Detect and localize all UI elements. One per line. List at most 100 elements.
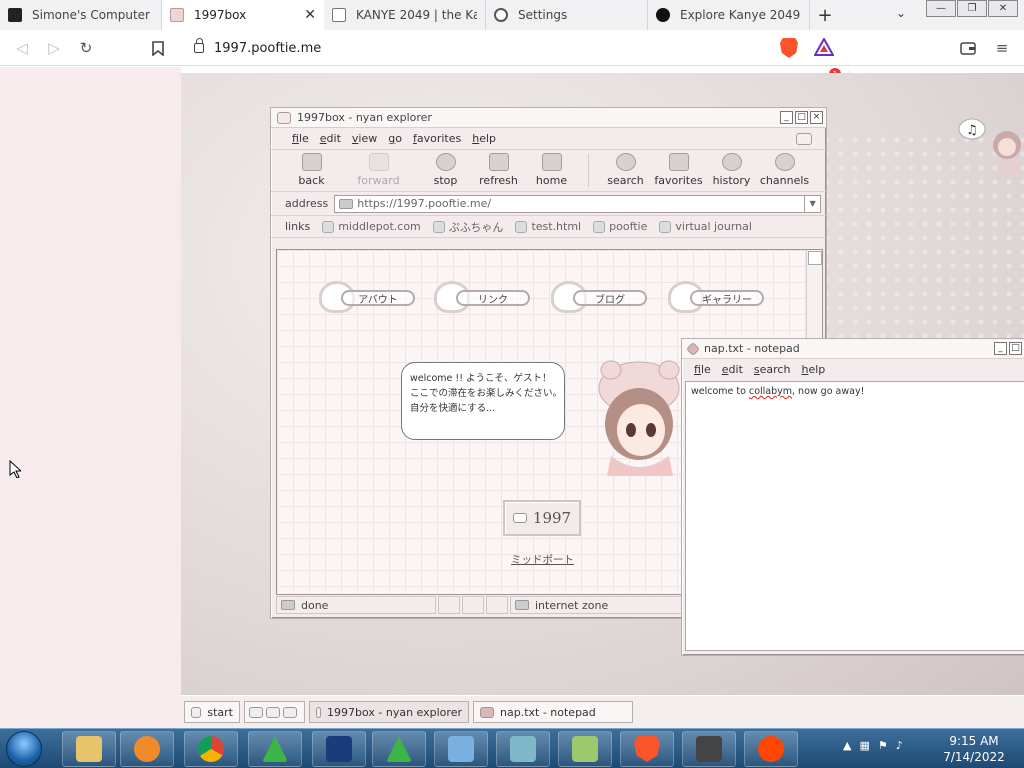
taskbar-realplayer[interactable] bbox=[312, 731, 366, 767]
refresh-button[interactable]: refresh bbox=[472, 150, 525, 191]
nav-links[interactable]: リンク bbox=[434, 280, 532, 314]
wallet-icon[interactable] bbox=[958, 38, 978, 58]
home-button[interactable]: home bbox=[525, 150, 578, 191]
close-window-button[interactable]: ✕ bbox=[988, 0, 1018, 17]
task-explorer[interactable]: 1997box - nyan explorer bbox=[309, 701, 469, 723]
back-arrow-icon[interactable]: ◁ bbox=[12, 38, 32, 58]
zone-icon bbox=[515, 600, 529, 610]
link-pooftie[interactable]: pooftie bbox=[593, 220, 647, 233]
taskbar-app-c[interactable] bbox=[496, 731, 550, 767]
menu-file[interactable]: file bbox=[292, 132, 309, 145]
new-tab-button[interactable]: + bbox=[810, 0, 840, 30]
history-button[interactable]: history bbox=[705, 150, 758, 191]
volume-icon[interactable]: ♪ bbox=[896, 739, 903, 752]
tab-kanye-2049[interactable]: KANYE 2049 | the Kany bbox=[324, 0, 486, 30]
reload-icon[interactable]: ↻ bbox=[76, 38, 96, 58]
menu-search[interactable]: search bbox=[754, 363, 791, 376]
network-icon[interactable]: ▦ bbox=[859, 739, 869, 752]
close-tab-icon[interactable]: ✕ bbox=[304, 7, 316, 23]
notepad-title-bar[interactable]: nap.txt - notepad _ □ bbox=[682, 339, 1024, 359]
forward-arrow-icon[interactable]: ▷ bbox=[44, 38, 64, 58]
stop-button[interactable]: stop bbox=[419, 150, 472, 191]
tab-explore-kanye[interactable]: Explore Kanye 2049, a bbox=[648, 0, 810, 30]
taskbar-clock[interactable]: 9:15 AM 7/14/2022 bbox=[942, 733, 1006, 765]
notepad-menu-bar: file edit search help bbox=[682, 359, 1024, 379]
taskbar-app-d[interactable] bbox=[558, 731, 612, 767]
link-pufuchan[interactable]: ぷふちゃん bbox=[432, 219, 503, 235]
menu-favorites[interactable]: favorites bbox=[413, 132, 461, 145]
quicklaunch-icon[interactable] bbox=[283, 706, 297, 718]
forward-button[interactable]: forward bbox=[352, 150, 405, 191]
midport-link[interactable]: ミッドポート bbox=[511, 552, 574, 567]
maximize-button[interactable]: □ bbox=[795, 111, 808, 124]
nav-about[interactable]: アバウト bbox=[319, 280, 417, 314]
address-bar[interactable]: 1997.pooftie.me bbox=[182, 34, 842, 62]
browser-tab-strip: Simone's Computer 1997box ✕ KANYE 2049 |… bbox=[0, 0, 1024, 30]
taskbar-app-b[interactable] bbox=[372, 731, 426, 767]
link-test-html[interactable]: test.html bbox=[515, 220, 581, 233]
menu-help[interactable]: help bbox=[801, 363, 825, 376]
close-button[interactable]: × bbox=[810, 111, 823, 124]
taskbar-app-a[interactable] bbox=[248, 731, 302, 767]
action-center-flag-icon[interactable]: ⚑ bbox=[878, 739, 888, 752]
tray-expand-icon[interactable]: ▲ bbox=[843, 739, 851, 752]
menu-icon[interactable]: ≡ bbox=[992, 38, 1012, 58]
taskbar-reddit[interactable] bbox=[744, 731, 798, 767]
menu-edit[interactable]: edit bbox=[320, 132, 341, 145]
link-virtual-journal[interactable]: virtual journal bbox=[659, 220, 752, 233]
tab-label: 1997box bbox=[194, 8, 247, 22]
scroll-up-arrow[interactable] bbox=[808, 251, 822, 265]
menu-view[interactable]: view bbox=[352, 132, 377, 145]
music-note-icon[interactable]: ♫ bbox=[957, 117, 987, 141]
explorer-address-row: address https://1997.pooftie.me/ ▼ bbox=[271, 192, 826, 216]
favorites-button[interactable]: favorites bbox=[652, 150, 705, 191]
tab-settings[interactable]: Settings bbox=[486, 0, 648, 30]
taskbar-control-panel[interactable] bbox=[434, 731, 488, 767]
link-middlepot[interactable]: middlepot.com bbox=[322, 220, 421, 233]
brave-rewards-icon[interactable] bbox=[813, 36, 835, 56]
quicklaunch-icon[interactable] bbox=[249, 706, 263, 718]
site-favicon-icon bbox=[656, 8, 670, 22]
maximize-button[interactable]: □ bbox=[1009, 342, 1022, 355]
address-dropdown-icon[interactable]: ▼ bbox=[804, 195, 820, 212]
maximize-button[interactable]: ❐ bbox=[957, 0, 987, 17]
tab-simones-computer[interactable]: Simone's Computer bbox=[0, 0, 162, 30]
menu-help[interactable]: help bbox=[472, 132, 496, 145]
notepad-text-area[interactable]: welcome to collabym, now go away! bbox=[685, 381, 1024, 651]
taskbar-explorer[interactable] bbox=[62, 731, 116, 767]
search-button[interactable]: search bbox=[599, 150, 652, 191]
menu-go[interactable]: go bbox=[388, 132, 402, 145]
explorer-address-input[interactable]: https://1997.pooftie.me/ ▼ bbox=[334, 194, 822, 213]
explorer-title-bar[interactable]: 1997box - nyan explorer _ □ × bbox=[271, 108, 826, 128]
menu-edit[interactable]: edit bbox=[722, 363, 743, 376]
nav-gallery[interactable]: ギャラリー bbox=[668, 280, 766, 314]
task-label: nap.txt - notepad bbox=[500, 705, 596, 719]
tab-label: Explore Kanye 2049, a bbox=[680, 8, 801, 22]
task-notepad[interactable]: nap.txt - notepad bbox=[473, 701, 633, 723]
history-label: history bbox=[712, 174, 751, 187]
nav-blog[interactable]: ブログ bbox=[551, 280, 649, 314]
minimize-button[interactable]: _ bbox=[994, 342, 1007, 355]
mascot-sprite-icon[interactable] bbox=[987, 123, 1024, 179]
minimize-button[interactable]: — bbox=[926, 0, 956, 17]
folder-icon bbox=[76, 736, 102, 762]
clock-time: 9:15 AM bbox=[949, 734, 999, 748]
tab-label: Settings bbox=[518, 8, 568, 22]
minimize-button[interactable]: _ bbox=[780, 111, 793, 124]
menu-file[interactable]: file bbox=[694, 363, 711, 376]
retro-start-button[interactable]: start bbox=[184, 701, 240, 723]
windows-start-orb-icon[interactable] bbox=[6, 731, 42, 767]
back-button[interactable]: back bbox=[285, 150, 338, 191]
quicklaunch-icon[interactable] bbox=[266, 706, 280, 718]
taskbar-brave[interactable] bbox=[620, 731, 674, 767]
search-icon bbox=[615, 153, 636, 171]
taskbar-media-player[interactable] bbox=[120, 731, 174, 767]
taskbar-chrome[interactable] bbox=[184, 731, 238, 767]
tab-1997box[interactable]: 1997box ✕ bbox=[162, 0, 324, 30]
tab-search-chevron-icon[interactable]: ⌄ bbox=[896, 6, 906, 20]
1997-badge-button[interactable]: 1997 bbox=[503, 500, 581, 536]
channels-button[interactable]: channels bbox=[758, 150, 811, 191]
explorer-title: 1997box - nyan explorer bbox=[297, 111, 432, 124]
bookmark-icon[interactable] bbox=[148, 38, 168, 58]
taskbar-app-e[interactable] bbox=[682, 731, 736, 767]
